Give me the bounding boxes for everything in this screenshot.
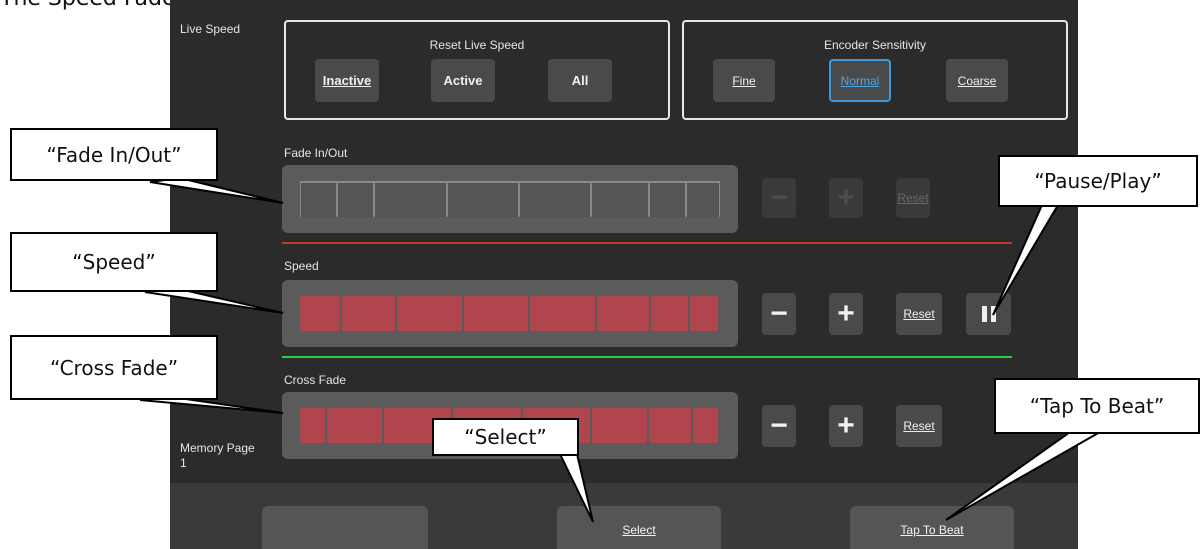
fader-segment [327,408,382,443]
sensitivity-coarse-label: Coarse [957,73,997,88]
minus-icon: − [770,297,788,330]
fade-in-out-track [300,181,720,217]
pause-icon [981,306,996,322]
speed-divider [282,242,1012,244]
reset-live-speed-group: Reset Live Speed Inactive Active All [284,20,670,120]
encoder-sensitivity-title: Encoder Sensitivity [823,38,927,52]
live-speed-label: Live Speed [180,22,241,36]
cross-fade-callout: “Cross Fade” [10,335,218,400]
sensitivity-fine-button[interactable]: Fine [713,59,775,102]
fade-in-out-fader[interactable] [282,165,738,233]
cross-fade-reset-button[interactable]: Reset [896,405,942,447]
speed-track [300,296,720,331]
cross-fade-label: Cross Fade [284,373,347,387]
reset-all-label: All [571,73,589,88]
cross-fade-divider [282,356,1012,358]
fade-minus-button[interactable]: − [762,178,796,218]
speed-reset-label: Reset [903,307,935,321]
cross-fade-plus-button[interactable]: + [829,405,863,447]
fader-segment [342,296,395,331]
fader-segment [300,296,341,331]
fader-segment [463,296,529,331]
select-label: Select [622,523,656,537]
fader-segment [300,408,326,443]
speed-fader[interactable] [282,280,738,347]
fade-reset-label: Reset [897,191,929,205]
fader-segment [648,408,691,443]
speed-minus-button[interactable]: − [762,293,796,335]
reset-inactive-label: Inactive [322,73,372,88]
sensitivity-normal-label: Normal [840,73,880,88]
fader-segment [374,183,447,217]
sensitivity-normal-button[interactable]: Normal [829,59,891,102]
reset-live-speed-title: Reset Live Speed [429,38,525,52]
fader-segment [337,183,375,217]
fader-segment [596,296,650,331]
select-callout: “Select” [432,418,579,456]
fader-segment [396,296,462,331]
speed-reset-button[interactable]: Reset [896,293,942,335]
minus-icon: − [770,409,788,442]
plus-icon: + [837,409,855,442]
fader-segment [651,296,688,331]
memory-page-title: Memory Page [180,441,255,455]
encoder-sensitivity-group: Encoder Sensitivity Fine Normal Coarse [682,20,1068,120]
fader-segment [686,183,720,217]
speed-options-panel: Live Speed Memory Page 1 Reset Live Spee… [170,0,1078,549]
fader-segment [591,183,650,217]
cross-fade-reset-label: Reset [903,419,935,433]
fade-in-out-label: Fade In/Out [284,146,348,160]
fader-segment [649,183,687,217]
fader-segment [591,408,647,443]
bottom-softkey-bar: Select Tap To Beat [170,483,1078,549]
pause-play-button[interactable] [966,293,1011,335]
speed-plus-button[interactable]: + [829,293,863,335]
tap-to-beat-button[interactable]: Tap To Beat [850,506,1014,549]
memory-page-label: Memory Page 1 [180,441,255,471]
tap-to-beat-callout: “Tap To Beat” [994,378,1200,434]
reset-active-button[interactable]: Active [431,59,495,102]
plus-icon: + [837,181,855,214]
pause-play-callout: “Pause/Play” [998,155,1198,207]
fader-segment [300,183,338,217]
select-button[interactable]: Select [557,506,721,549]
fade-plus-button[interactable]: + [829,178,863,218]
reset-active-label: Active [443,73,483,88]
fade-reset-button[interactable]: Reset [896,178,930,218]
sensitivity-coarse-button[interactable]: Coarse [946,59,1008,102]
speed-label: Speed [284,259,319,273]
fade-in-out-callout: “Fade In/Out” [10,128,218,181]
plus-icon: + [837,297,855,330]
fader-segment [530,296,595,331]
sensitivity-fine-label: Fine [732,73,756,88]
speed-callout: “Speed” [10,232,218,292]
minus-icon: − [770,181,788,214]
fader-segment [518,183,592,217]
reset-all-button[interactable]: All [548,59,612,102]
reset-inactive-button[interactable]: Inactive [315,59,379,102]
fader-segment [689,296,718,331]
tap-to-beat-label: Tap To Beat [900,523,964,537]
softkey-blank-button[interactable] [262,506,428,549]
fader-segment [692,408,718,443]
cross-fade-minus-button[interactable]: − [762,405,796,447]
fader-segment [446,183,519,217]
memory-page-value: 1 [180,456,187,470]
